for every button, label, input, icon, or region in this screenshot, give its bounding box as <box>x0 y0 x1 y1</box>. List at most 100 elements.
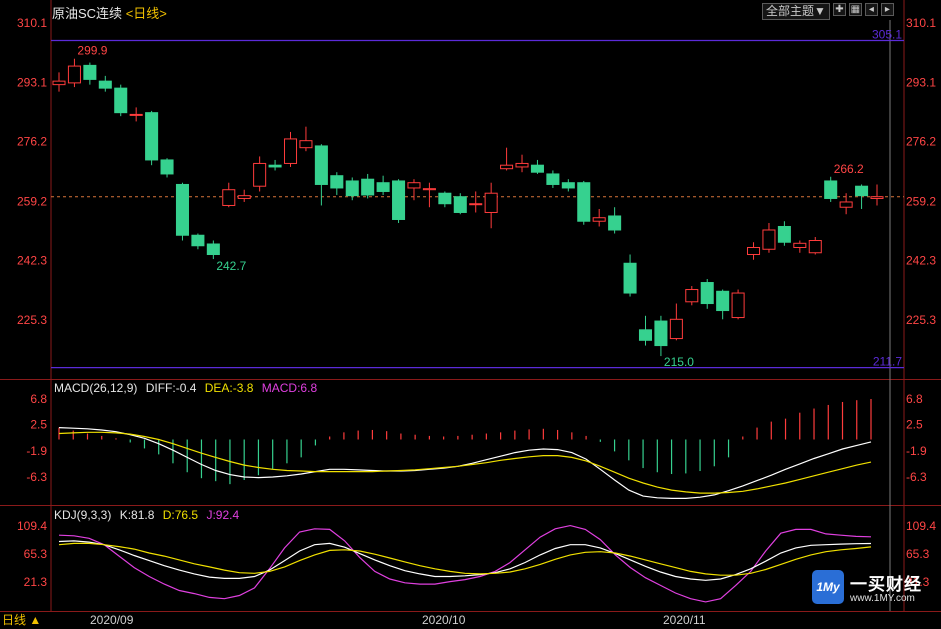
candle <box>608 207 622 234</box>
kdj-header: KDJ(9,3,3) K:81.8 D:76.5 J:92.4 <box>54 508 244 522</box>
crosshair-icon[interactable]: ✚ <box>832 3 846 16</box>
candle-body <box>731 292 745 319</box>
brand-name: 一买财经 <box>850 575 922 594</box>
candle <box>268 159 282 171</box>
annotation-high: 299.9 <box>77 44 107 58</box>
grid-icon[interactable]: ▦ <box>848 3 862 16</box>
candle-body <box>808 239 822 254</box>
candle-body <box>438 192 452 205</box>
price-tick-left: 242.3 <box>17 253 47 267</box>
annotation-low: 215.0 <box>664 355 694 369</box>
candle-body <box>685 289 699 303</box>
macd-tick-right: -6.3 <box>906 470 927 484</box>
candle-body <box>608 215 622 231</box>
candle <box>330 172 344 195</box>
candle <box>638 315 653 346</box>
candle-body <box>175 183 189 236</box>
macd-value: MACD:6.8 <box>261 381 318 395</box>
candle <box>129 107 143 122</box>
price-tick-left: 276.2 <box>17 135 47 149</box>
candle-body <box>392 180 406 220</box>
annotation-recent-high: 266.2 <box>834 162 864 176</box>
candle <box>808 236 822 255</box>
candle-body <box>561 182 575 189</box>
candle-body <box>824 180 838 199</box>
kdj-d: D:76.5 <box>162 508 199 522</box>
candle <box>623 254 637 297</box>
brand-logo: 1My 一买财经 www.1MY.com <box>812 570 940 608</box>
candle <box>747 242 761 260</box>
candle <box>777 221 791 246</box>
candle <box>83 62 97 85</box>
price-tick-left: 225.3 <box>17 313 47 327</box>
kdj-tick-right: 109.4 <box>906 519 936 533</box>
candle-body <box>283 138 298 164</box>
macd-header: MACD(26,12,9) DIFF:-0.4 DEA:-3.8 MACD:6.… <box>54 381 322 395</box>
candle-body <box>407 182 421 189</box>
candle-body <box>700 282 714 305</box>
candle-body <box>530 164 544 173</box>
candle <box>98 75 112 92</box>
candle <box>824 176 838 202</box>
candle-body <box>330 175 344 189</box>
kdj-k: K:81.8 <box>119 508 155 522</box>
candle-body <box>299 140 313 149</box>
candle <box>345 177 359 201</box>
price-tick-right: 225.3 <box>906 313 936 327</box>
candle-body <box>453 196 467 213</box>
candle-body <box>839 201 853 208</box>
candle <box>484 182 498 229</box>
price-tick-left: 293.1 <box>17 76 47 90</box>
candle <box>206 240 220 260</box>
candle <box>793 240 807 253</box>
period-label[interactable]: <日线> <box>126 6 167 21</box>
macd-tick-left: -6.3 <box>26 470 47 484</box>
candle-body <box>191 234 205 247</box>
candle <box>376 175 390 195</box>
kdj-tick-left: 109.4 <box>17 519 47 533</box>
next-icon[interactable]: ▸ <box>880 3 894 16</box>
macd-tick-left: 2.5 <box>30 418 47 432</box>
candle <box>530 159 544 174</box>
candle <box>145 110 159 166</box>
period-selector[interactable]: 日线 ▲ <box>0 611 50 629</box>
candle-body <box>206 243 220 256</box>
candle <box>299 126 313 152</box>
kdj-tick-left: 65.3 <box>24 547 48 561</box>
kdj-j: J:92.4 <box>206 508 240 522</box>
candle <box>762 222 776 253</box>
candle <box>283 131 298 167</box>
kdj-j-line <box>58 524 872 603</box>
chart-title: 原油SC连续 <日线> <box>52 3 167 22</box>
kdj-tick-right: 65.3 <box>906 547 930 561</box>
candle-body <box>253 162 267 187</box>
candle-body <box>669 318 683 340</box>
macd-tick-right: -1.9 <box>906 444 927 458</box>
prev-icon[interactable]: ◂ <box>864 3 878 16</box>
kdj-tick-left: 21.3 <box>24 575 48 589</box>
candle-body <box>67 65 81 84</box>
theme-dropdown[interactable]: 全部主题▼ <box>762 3 830 20</box>
candle-body <box>361 178 375 196</box>
candle-body <box>129 113 143 116</box>
kline-chart-stage[interactable]: 299.9242.7215.0266.2305.1211.7 310.1 310.… <box>0 0 941 629</box>
macd-name[interactable]: MACD(26,12,9) <box>54 381 137 395</box>
candle-body <box>237 195 251 199</box>
annotation-low: 242.7 <box>216 259 246 273</box>
candle <box>422 182 436 208</box>
date-label: 2020/09 <box>90 613 134 627</box>
kdj-name[interactable]: KDJ(9,3,3) <box>54 508 111 522</box>
date-axis: 2020/09 2020/10 2020/11 <box>0 611 941 629</box>
candle-body <box>345 180 359 197</box>
candle-body <box>747 247 761 256</box>
kdj-pane <box>58 524 872 603</box>
candle <box>731 289 745 320</box>
lower-line-label: 211.7 <box>873 355 902 369</box>
candle-body <box>83 64 97 80</box>
price-tick-right: 293.1 <box>906 76 936 90</box>
price-tick-left: 259.2 <box>17 194 47 208</box>
price-tick-left: 310.1 <box>17 16 47 30</box>
macd-tick-left: -1.9 <box>26 444 47 458</box>
candle <box>546 170 560 188</box>
symbol-name: 原油SC连续 <box>52 6 123 21</box>
